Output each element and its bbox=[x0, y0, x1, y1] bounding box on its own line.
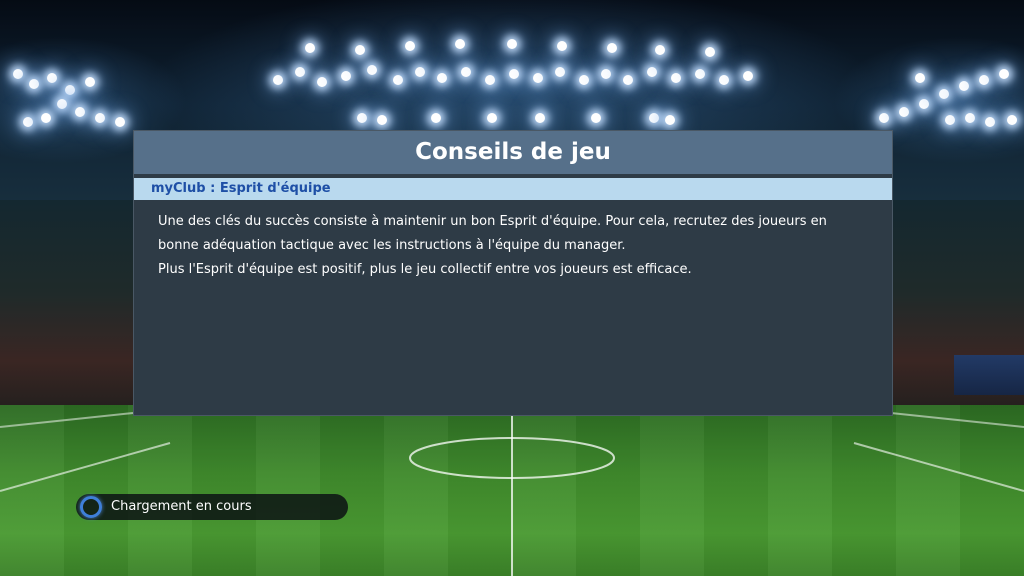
floodlight-bulb bbox=[671, 73, 681, 83]
pitch-markings bbox=[0, 412, 1024, 576]
dialog-subtitle: myClub : Esprit d'équipe bbox=[134, 178, 892, 200]
floodlight-bulb bbox=[13, 69, 23, 79]
floodlight-bulb bbox=[355, 45, 365, 55]
floodlight-bulb bbox=[415, 67, 425, 77]
floodlight-bulb bbox=[607, 43, 617, 53]
floodlight-bulb bbox=[305, 43, 315, 53]
stands-left bbox=[0, 200, 140, 430]
floodlight-bulb bbox=[393, 75, 403, 85]
floodlight-bulb bbox=[557, 41, 567, 51]
floodlight-bulb bbox=[461, 67, 471, 77]
floodlight-bulb bbox=[965, 113, 975, 123]
floodlight-bulb bbox=[985, 117, 995, 127]
floodlight-bulb bbox=[507, 39, 517, 49]
football-pitch bbox=[0, 405, 1024, 576]
floodlight-bulb bbox=[939, 89, 949, 99]
floodlight-bulb bbox=[341, 71, 351, 81]
floodlight-bulb bbox=[1007, 115, 1017, 125]
floodlight-bulb bbox=[487, 113, 497, 123]
floodlight-bulb bbox=[743, 71, 753, 81]
floodlight-bulb bbox=[357, 113, 367, 123]
floodlight-bulb bbox=[367, 65, 377, 75]
floodlight-bulb bbox=[591, 113, 601, 123]
floodlight-bulb bbox=[649, 113, 659, 123]
floodlight-bulb bbox=[579, 75, 589, 85]
floodlight-bulb bbox=[65, 85, 75, 95]
floodlight-bulb bbox=[509, 69, 519, 79]
floodlight-bulb bbox=[695, 69, 705, 79]
floodlight-bulb bbox=[317, 77, 327, 87]
floodlight-bulb bbox=[705, 47, 715, 57]
floodlight-bulb bbox=[879, 113, 889, 123]
floodlight-bulb bbox=[979, 75, 989, 85]
floodlight-bulb bbox=[665, 115, 675, 125]
floodlight-bulb bbox=[95, 113, 105, 123]
floodlight-bulb bbox=[601, 69, 611, 79]
floodlight-bulb bbox=[655, 45, 665, 55]
floodlight-bulb bbox=[431, 113, 441, 123]
floodlight-bulb bbox=[295, 67, 305, 77]
dialog-body: Une des clés du succès consiste à mainte… bbox=[134, 200, 892, 282]
floodlight-bulb bbox=[29, 79, 39, 89]
floodlight-bulb bbox=[535, 113, 545, 123]
floodlight-bulb bbox=[57, 99, 67, 109]
floodlight-bulb bbox=[273, 75, 283, 85]
game-tips-dialog: Conseils de jeu myClub : Esprit d'équipe… bbox=[133, 130, 893, 416]
floodlight-bulb bbox=[455, 39, 465, 49]
loading-indicator: Chargement en cours bbox=[76, 494, 348, 520]
floodlight-bulb bbox=[623, 75, 633, 85]
floodlight-bulb bbox=[945, 115, 955, 125]
floodlight-bulb bbox=[23, 117, 33, 127]
floodlight-bulb bbox=[85, 77, 95, 87]
loading-label: Chargement en cours bbox=[111, 499, 252, 514]
floodlight-bulb bbox=[405, 41, 415, 51]
floodlight-bulb bbox=[533, 73, 543, 83]
floodlight-bulb bbox=[647, 67, 657, 77]
floodlight-bulb bbox=[959, 81, 969, 91]
floodlight-bulb bbox=[919, 99, 929, 109]
loading-screen: Conseils de jeu myClub : Esprit d'équipe… bbox=[0, 0, 1024, 576]
floodlight-bulb bbox=[999, 69, 1009, 79]
dialog-title: Conseils de jeu bbox=[134, 131, 892, 174]
tip-paragraph: Plus l'Esprit d'équipe est positif, plus… bbox=[158, 262, 692, 277]
loading-spinner-icon bbox=[80, 496, 102, 518]
floodlight-bulb bbox=[377, 115, 387, 125]
floodlight-bulb bbox=[915, 73, 925, 83]
floodlight-bulb bbox=[41, 113, 51, 123]
floodlight-bulb bbox=[899, 107, 909, 117]
floodlight-bulb bbox=[555, 67, 565, 77]
stand-seats bbox=[954, 355, 1024, 395]
floodlight-bulb bbox=[115, 117, 125, 127]
floodlight-bulb bbox=[47, 73, 57, 83]
floodlight-bulb bbox=[437, 73, 447, 83]
floodlight-bulb bbox=[719, 75, 729, 85]
tip-paragraph: Une des clés du succès consiste à mainte… bbox=[158, 214, 827, 253]
floodlight-bulb bbox=[75, 107, 85, 117]
stands-right bbox=[884, 200, 1024, 430]
floodlight-bulb bbox=[485, 75, 495, 85]
